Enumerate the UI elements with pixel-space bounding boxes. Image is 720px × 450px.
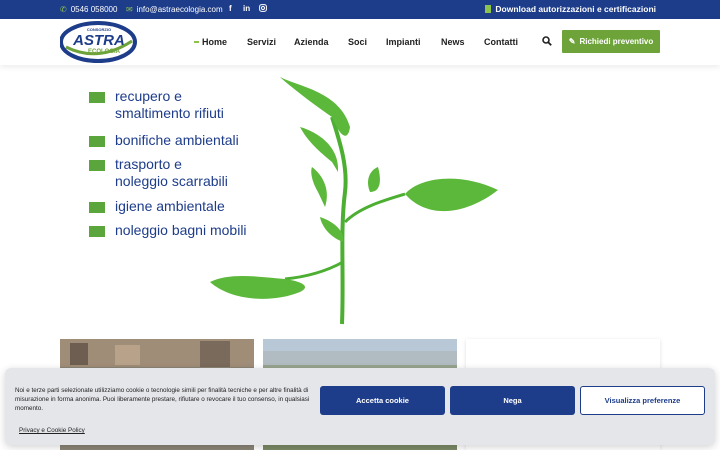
green-bullet <box>89 202 105 213</box>
search-icon[interactable] <box>542 36 552 46</box>
accept-cookies-button[interactable]: Accetta cookie <box>320 386 445 415</box>
email-address[interactable]: info@astraecologia.com <box>137 5 223 14</box>
phone-number[interactable]: 0546 058000 <box>71 5 118 14</box>
download-certifications-link[interactable]: Download autorizzazioni e certificazioni <box>485 4 656 14</box>
astra-ecologia-logo[interactable]: CONSORZIO ASTRA ECOLOGIA <box>60 21 138 63</box>
main-header: CONSORZIO ASTRA ECOLOGIA Home Servizi Az… <box>0 19 720 65</box>
cookie-consent-banner: Noi e terze parti selezionate utilizziam… <box>5 368 715 445</box>
nav-item-impianti[interactable]: Impianti <box>386 37 421 47</box>
mail-icon: ✉ <box>126 4 133 14</box>
green-bullet <box>89 160 105 171</box>
privacy-policy-link[interactable]: Privacy e Cookie Policy <box>19 427 85 434</box>
logo-main-text: ASTRA <box>72 32 125 49</box>
green-bullet <box>89 226 105 237</box>
nav-item-soci[interactable]: Soci <box>348 37 367 47</box>
logo-sub-text: ECOLOGIA <box>88 49 121 55</box>
facebook-icon[interactable]: f <box>229 4 232 13</box>
document-icon <box>485 5 492 13</box>
green-bullet <box>89 136 105 147</box>
plant-illustration <box>210 77 498 325</box>
pencil-icon: ✎ <box>568 37 576 46</box>
email-contact[interactable]: ✉ info@astraecologia.com <box>126 5 223 14</box>
green-bullet <box>89 92 105 103</box>
instagram-icon[interactable] <box>259 4 267 14</box>
deny-cookies-button[interactable]: Nega <box>450 386 575 415</box>
top-bar: ✆ 0546 058000 ✉ info@astraecologia.com f… <box>0 0 720 19</box>
nav-item-servizi[interactable]: Servizi <box>247 37 276 47</box>
nav-item-news[interactable]: News <box>441 37 465 47</box>
phone-icon: ✆ <box>60 4 67 14</box>
download-label: Download autorizzazioni e certificazioni <box>495 4 656 14</box>
nav-item-contatti[interactable]: Contatti <box>484 37 518 47</box>
view-preferences-button[interactable]: Visualizza preferenze <box>580 386 705 415</box>
nav-item-home[interactable]: Home <box>193 37 227 47</box>
cookie-text: Noi e terze parti selezionate utilizziam… <box>15 387 310 412</box>
phone-contact[interactable]: ✆ 0546 058000 <box>60 5 117 14</box>
nav-item-azienda[interactable]: Azienda <box>294 37 329 47</box>
request-quote-button[interactable]: ✎ Richiedi preventivo <box>562 30 660 53</box>
linkedin-icon[interactable]: in <box>243 4 250 13</box>
request-quote-label: Richiedi preventivo <box>579 37 654 46</box>
